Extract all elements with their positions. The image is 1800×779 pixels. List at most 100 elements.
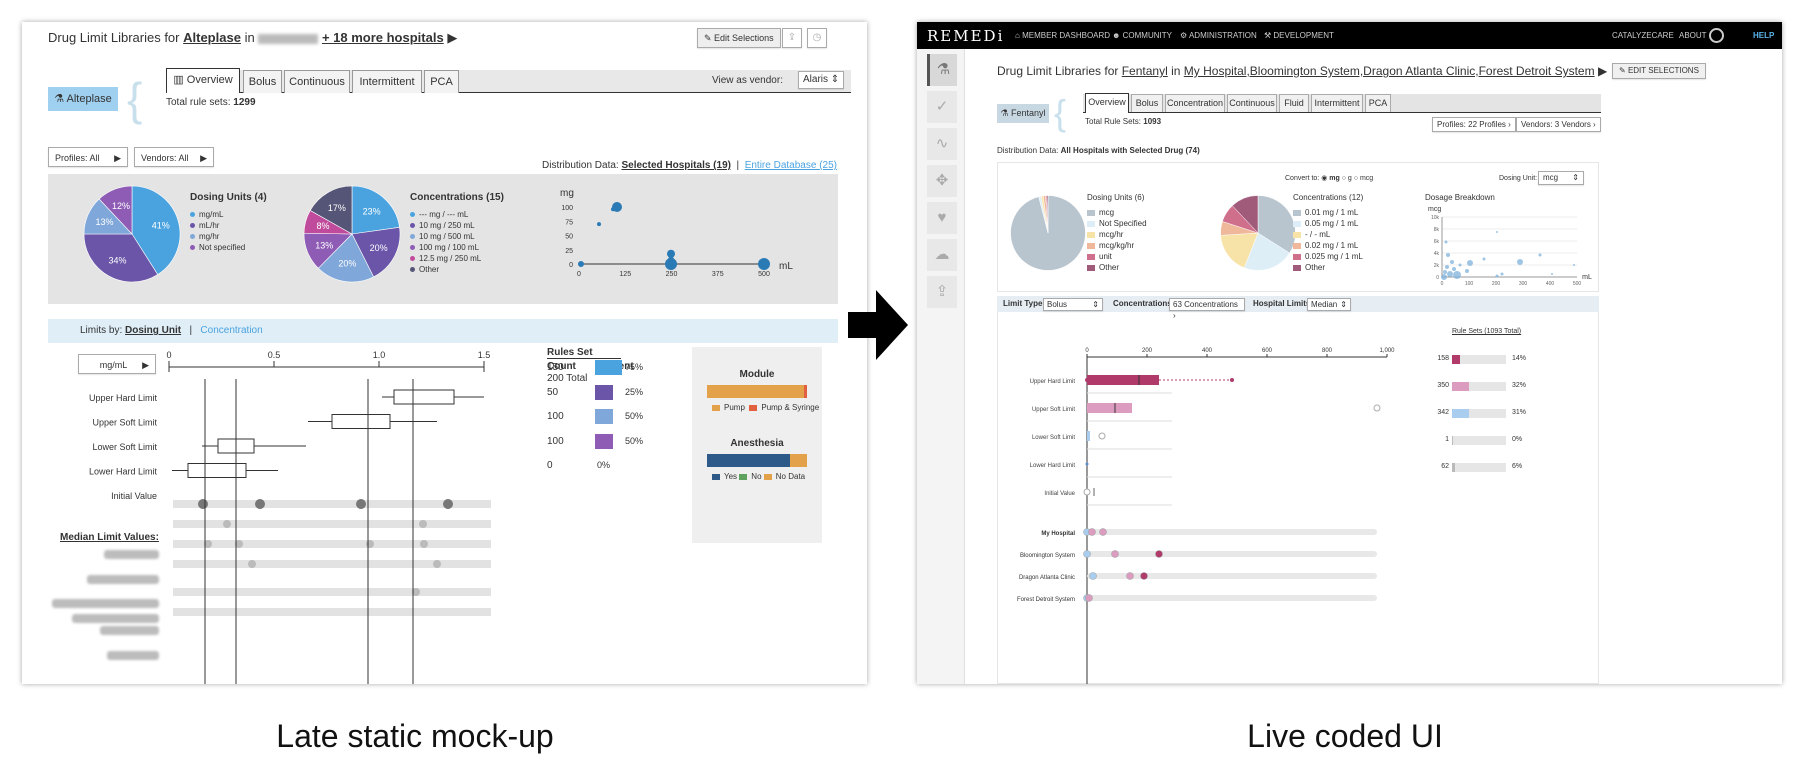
y-tick: 25 <box>565 248 573 255</box>
entire-database-link[interactable]: Entire Database (25) <box>745 160 837 171</box>
convert-g-radio[interactable]: ○ g <box>1342 175 1352 182</box>
legend-swatch <box>410 256 415 262</box>
tab-intermittent[interactable]: Intermittent <box>1311 94 1363 112</box>
limit-type-select[interactable]: Bolus ⇕ <box>1043 298 1103 311</box>
distribution-data: Distribution Data: Selected Hospitals (1… <box>542 160 837 171</box>
nav-catalyzecare[interactable]: CATALYZECARE <box>1612 31 1674 40</box>
blurred-hospital-name <box>100 626 159 635</box>
legend-swatch <box>190 245 195 251</box>
data-point <box>758 258 770 270</box>
tab-pca[interactable]: PCA <box>424 70 459 93</box>
edit-selections-button[interactable]: ✎ EDIT SELECTIONS <box>1612 63 1706 79</box>
legend-swatch <box>410 223 415 229</box>
box <box>1087 375 1159 385</box>
history-icon[interactable]: ◷ <box>807 28 827 48</box>
profiles-button[interactable]: Profiles: All ▶ <box>48 147 128 167</box>
slice-label: 13% <box>315 240 333 250</box>
tick-label: 400 <box>1202 348 1213 354</box>
row-label: Upper Hard Limit <box>89 393 158 403</box>
rule-count: 158 <box>1437 355 1449 362</box>
flask-icon[interactable]: ⚗ <box>927 54 957 86</box>
tab-pca[interactable]: PCA <box>1365 94 1391 112</box>
vendor-select[interactable]: Alaris ⇕ <box>798 71 845 89</box>
heart-icon[interactable]: ♥ <box>927 202 957 234</box>
tab-fluid[interactable]: Fluid <box>1279 94 1309 112</box>
brand-logo[interactable]: REMEDi <box>927 27 1004 45</box>
avatar[interactable] <box>1709 28 1724 43</box>
convert-mcg-radio[interactable]: ○ mcg <box>1354 175 1373 182</box>
edit-selections-button[interactable]: ✎ Edit Selections <box>697 28 781 48</box>
view-as-vendor-label: View as vendor: <box>712 75 783 86</box>
limits-by: Limits by: Dosing Unit | Concentration <box>80 325 263 336</box>
rule-percent: 0% <box>1512 436 1523 443</box>
hospitals-link[interactable]: + 18 more hospitals <box>322 30 444 45</box>
rule-percent: 50% <box>625 411 644 421</box>
median-point <box>419 520 427 528</box>
legend-item: 0.05 mg / 1 mL <box>1293 218 1363 229</box>
convert-mg-radio[interactable]: ◉ mg <box>1321 175 1340 182</box>
tab-overview[interactable]: Overview <box>1085 93 1129 113</box>
row-label: Lower Soft Limit <box>92 442 157 452</box>
legend-label: mg/hr <box>199 232 220 241</box>
tab-bolus[interactable]: Bolus <box>1131 94 1163 112</box>
rule-percent: 75% <box>625 362 644 372</box>
concentrations-select[interactable]: 63 Concentrations › <box>1169 298 1245 320</box>
tick-label: 1.5 <box>478 350 491 360</box>
tick-label: 0 <box>166 350 171 360</box>
nav-about[interactable]: ABOUT <box>1679 31 1707 40</box>
hospital-point <box>1099 528 1107 536</box>
vendors-button[interactable]: Vendors: 3 Vendors › <box>1516 117 1601 132</box>
data-point <box>1500 272 1504 276</box>
hospital-limits-select[interactable]: Median ⇕ <box>1307 298 1351 311</box>
hospitals-link[interactable]: My Hospital,Bloomington System,Dragon At… <box>1184 64 1595 78</box>
profiles-button[interactable]: Profiles: 22 Profiles › <box>1432 117 1516 132</box>
legend-label: 0.01 mg / 1 mL <box>1305 208 1359 217</box>
nav-development[interactable]: ⚒ DEVELOPMENT <box>1264 31 1334 40</box>
brace-icon: { <box>127 73 143 125</box>
tab-continuous[interactable]: Continuous <box>1227 94 1277 112</box>
target-icon[interactable]: ✥ <box>927 165 957 197</box>
upload-icon[interactable]: ⇪ <box>927 276 957 308</box>
caret-right-icon[interactable]: ▶ <box>1598 64 1607 78</box>
pulse-icon[interactable]: ∿ <box>927 128 957 160</box>
share-icon[interactable]: ⇪ <box>782 28 802 48</box>
rule-percent-bar <box>595 360 622 375</box>
selected-hospitals-link[interactable]: Selected Hospitals (19) <box>621 160 730 171</box>
legend-label: 0.05 mg / 1 mL <box>1305 219 1359 228</box>
dosing-unit-label: Dosing Unit: <box>1499 175 1538 182</box>
tab-continuous[interactable]: Continuous <box>284 70 350 93</box>
tab-overview[interactable]: ▥ Overview <box>166 68 240 93</box>
y-axis-label: mg <box>560 188 574 199</box>
legend-label: 0.02 mg / 1 mL <box>1305 241 1359 250</box>
legend-label: 10 mg / 250 mL <box>419 221 475 230</box>
mockup-screenshot: Drug Limit Libraries for Alteplase in + … <box>22 22 867 684</box>
rule-sets-title: Rule Sets (1093 Total) <box>1452 328 1522 335</box>
concentrations-legend: --- mg / --- mL 10 mg / 250 mL 10 mg / 500… <box>410 209 481 275</box>
slice-label: 23% <box>363 206 381 216</box>
tab-intermittent[interactable]: Intermittent <box>352 70 422 93</box>
legend-item: mcg <box>1087 207 1147 218</box>
check-icon[interactable]: ✓ <box>927 91 957 123</box>
limits-concentration-link[interactable]: Concentration <box>200 325 262 336</box>
hospital-label: Bloomington System <box>1020 553 1075 559</box>
legend-label: 0.025 mg / 1 mL <box>1305 252 1363 261</box>
caret-right-icon[interactable]: ▶ <box>447 30 457 45</box>
nav-help[interactable]: HELP <box>1753 31 1774 40</box>
concentrations-pie <box>1220 195 1296 271</box>
data-point <box>1445 265 1449 269</box>
limits-dosing-unit-link[interactable]: Dosing Unit <box>125 325 181 336</box>
vendors-button[interactable]: Vendors: All ▶ <box>134 147 214 167</box>
drug-link[interactable]: Fentanyl <box>1122 64 1168 78</box>
tab-bolus[interactable]: Bolus <box>243 70 282 93</box>
tick-label: 800 <box>1322 348 1333 354</box>
nav-administration[interactable]: ⚙ ADMINISTRATION <box>1180 31 1257 40</box>
drug-link[interactable]: Alteplase <box>183 30 241 45</box>
lungs-icon[interactable]: ☁ <box>927 239 957 271</box>
nav-member-dashboard[interactable]: ⌂ MEMBER DASHBOARD <box>1015 31 1110 40</box>
dosing-unit-select[interactable]: mcg ⇕ <box>1538 171 1584 185</box>
tab-concentration[interactable]: Concentration <box>1165 94 1225 112</box>
row-label: Lower Hard Limit <box>1030 463 1076 469</box>
nav-community[interactable]: ☻ COMMUNITY <box>1112 31 1172 40</box>
rule-count: 100 <box>547 435 564 447</box>
data-point <box>1495 274 1499 278</box>
